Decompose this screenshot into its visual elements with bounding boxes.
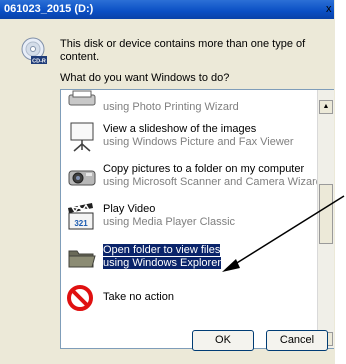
annotation-arrow bbox=[222, 195, 345, 272]
